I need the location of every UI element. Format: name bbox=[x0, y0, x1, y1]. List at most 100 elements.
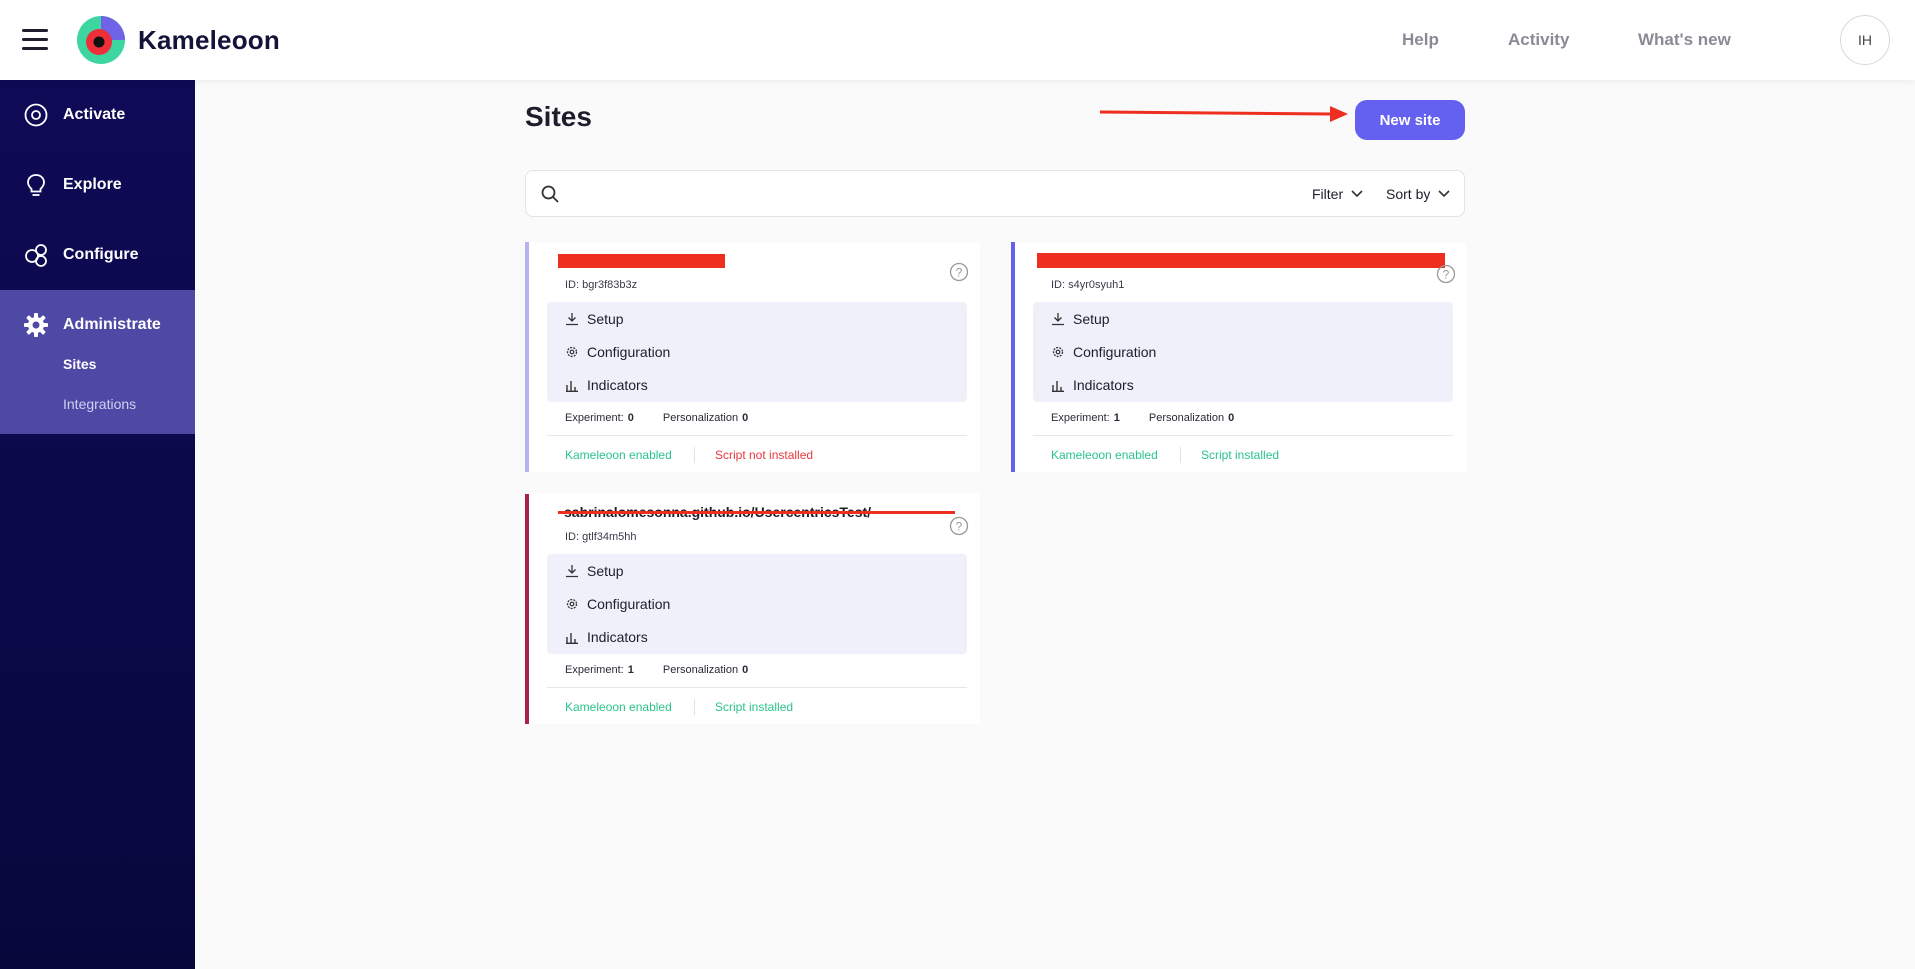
menu-icon[interactable] bbox=[22, 29, 48, 51]
kameleoon-status: Kameleoon enabled bbox=[1051, 448, 1158, 462]
indicators-action[interactable]: Indicators bbox=[1051, 374, 1134, 396]
script-status: Script installed bbox=[1201, 448, 1280, 462]
gear-icon bbox=[1052, 346, 1064, 358]
sidebar-item-explore[interactable]: Explore bbox=[0, 150, 195, 220]
experiment-label: Experiment: bbox=[1051, 412, 1110, 424]
kameleoon-status: Kameleoon enabled bbox=[565, 448, 672, 462]
lightbulb-icon bbox=[27, 174, 45, 196]
download-icon bbox=[566, 313, 578, 326]
experiment-count: 1 bbox=[1113, 412, 1120, 424]
site-id: ID: gtlf34m5hh bbox=[565, 531, 637, 543]
svg-text:?: ? bbox=[1443, 268, 1450, 282]
action-label: Configuration bbox=[587, 344, 671, 360]
configuration-action[interactable]: Configuration bbox=[565, 341, 670, 363]
site-counts: Experiment: 1 Personalization 0 bbox=[1051, 412, 1260, 424]
bar-chart-icon bbox=[566, 381, 578, 392]
personalization-label: Personalization bbox=[662, 664, 739, 676]
sidebar: Activate Explore Configure Administrate … bbox=[0, 80, 195, 969]
chevron-down-icon bbox=[1351, 190, 1363, 198]
configuration-action[interactable]: Configuration bbox=[565, 593, 670, 615]
site-card[interactable]: sabrinalomesonna.github.io/UsercentricsT… bbox=[525, 494, 980, 724]
sidebar-item-label: Activate bbox=[63, 106, 126, 123]
kameleoon-logo-icon bbox=[77, 16, 125, 64]
kameleoon-status: Kameleoon enabled bbox=[565, 700, 672, 714]
sidebar-item-activate[interactable]: Activate bbox=[0, 80, 195, 150]
divider bbox=[1180, 447, 1181, 463]
search-icon bbox=[541, 185, 559, 203]
experiment-label: Experiment: bbox=[565, 664, 624, 676]
annotation-arrow-icon bbox=[1100, 106, 1348, 122]
sidebar-item-label: Explore bbox=[63, 176, 122, 193]
help-icon[interactable]: ? bbox=[1436, 264, 1456, 284]
site-card[interactable]: ID: bgr3f83b3z ? Setup Configuration Ind… bbox=[525, 242, 980, 472]
action-label: Setup bbox=[587, 563, 624, 579]
sort-dropdown[interactable]: Sort by bbox=[1386, 186, 1450, 202]
setup-action[interactable]: Setup bbox=[565, 560, 624, 582]
help-icon[interactable]: ? bbox=[949, 516, 969, 536]
site-id: ID: s4yr0syuh1 bbox=[1051, 279, 1125, 291]
target-icon bbox=[24, 103, 48, 127]
action-label: Setup bbox=[587, 311, 624, 327]
site-actions: Setup Configuration Indicators bbox=[547, 554, 967, 654]
strikethrough-mark bbox=[558, 511, 955, 514]
setup-action[interactable]: Setup bbox=[1051, 308, 1110, 330]
page-title: Sites bbox=[525, 101, 592, 132]
sidebar-item-configure[interactable]: Configure bbox=[0, 220, 195, 290]
svg-text:?: ? bbox=[956, 266, 963, 280]
redaction-mark bbox=[1037, 253, 1445, 268]
sidebar-item-label: Configure bbox=[63, 246, 139, 263]
sidebar-section-administrate: Administrate Sites Integrations bbox=[0, 290, 195, 434]
script-status: Script not installed bbox=[715, 448, 814, 462]
site-actions: Setup Configuration Indicators bbox=[547, 302, 967, 402]
gear-icon bbox=[566, 346, 578, 358]
search-bar: Filter Sort by bbox=[525, 170, 1465, 217]
bar-chart-icon bbox=[566, 633, 578, 644]
divider bbox=[1033, 435, 1453, 436]
experiment-count: 0 bbox=[627, 412, 634, 424]
svg-text:?: ? bbox=[956, 520, 963, 534]
redaction-mark bbox=[558, 254, 725, 268]
divider bbox=[694, 699, 695, 715]
search-input[interactable] bbox=[574, 179, 1274, 209]
action-label: Configuration bbox=[587, 596, 671, 612]
divider bbox=[694, 447, 695, 463]
divider bbox=[547, 435, 967, 436]
filter-dropdown[interactable]: Filter bbox=[1312, 186, 1363, 202]
action-label: Setup bbox=[1073, 311, 1110, 327]
sidebar-item-label: Administrate bbox=[63, 316, 161, 333]
nav-whats-new[interactable]: What's new bbox=[1638, 30, 1731, 50]
indicators-action[interactable]: Indicators bbox=[565, 626, 648, 648]
nav-help[interactable]: Help bbox=[1402, 30, 1439, 50]
circles-icon bbox=[25, 244, 47, 267]
experiment-label: Experiment: bbox=[565, 412, 624, 424]
user-avatar[interactable]: IH bbox=[1840, 15, 1890, 65]
personalization-count: 0 bbox=[742, 664, 749, 676]
action-label: Configuration bbox=[1073, 344, 1157, 360]
personalization-count: 0 bbox=[742, 412, 749, 424]
new-site-button[interactable]: New site bbox=[1355, 100, 1465, 140]
gear-icon bbox=[566, 598, 578, 610]
action-label: Indicators bbox=[587, 629, 648, 645]
site-counts: Experiment: 1 Personalization 0 bbox=[565, 664, 774, 676]
script-status: Script installed bbox=[715, 700, 794, 714]
sidebar-subitem-sites[interactable]: Sites bbox=[63, 356, 96, 372]
sort-label: Sort by bbox=[1386, 186, 1431, 202]
site-counts: Experiment: 0 Personalization 0 bbox=[565, 412, 774, 424]
configuration-action[interactable]: Configuration bbox=[1051, 341, 1156, 363]
sidebar-item-administrate[interactable]: Administrate bbox=[0, 290, 195, 360]
nav-activity[interactable]: Activity bbox=[1508, 30, 1569, 50]
brand-name: Kameleoon bbox=[138, 25, 280, 55]
indicators-action[interactable]: Indicators bbox=[565, 374, 648, 396]
top-bar: Kameleoon Help Activity What's new IH bbox=[0, 0, 1915, 80]
sidebar-subitem-integrations[interactable]: Integrations bbox=[63, 396, 136, 412]
help-icon[interactable]: ? bbox=[949, 262, 969, 282]
bar-chart-icon bbox=[1052, 381, 1064, 392]
action-label: Indicators bbox=[1073, 377, 1134, 393]
experiment-count: 1 bbox=[627, 664, 634, 676]
setup-action[interactable]: Setup bbox=[565, 308, 624, 330]
site-card[interactable]: ID: s4yr0syuh1 ? Setup Configuration Ind… bbox=[1011, 242, 1466, 472]
site-id: ID: bgr3f83b3z bbox=[565, 279, 638, 291]
site-actions: Setup Configuration Indicators bbox=[1033, 302, 1453, 402]
personalization-count: 0 bbox=[1228, 412, 1235, 424]
filter-label: Filter bbox=[1312, 186, 1344, 202]
